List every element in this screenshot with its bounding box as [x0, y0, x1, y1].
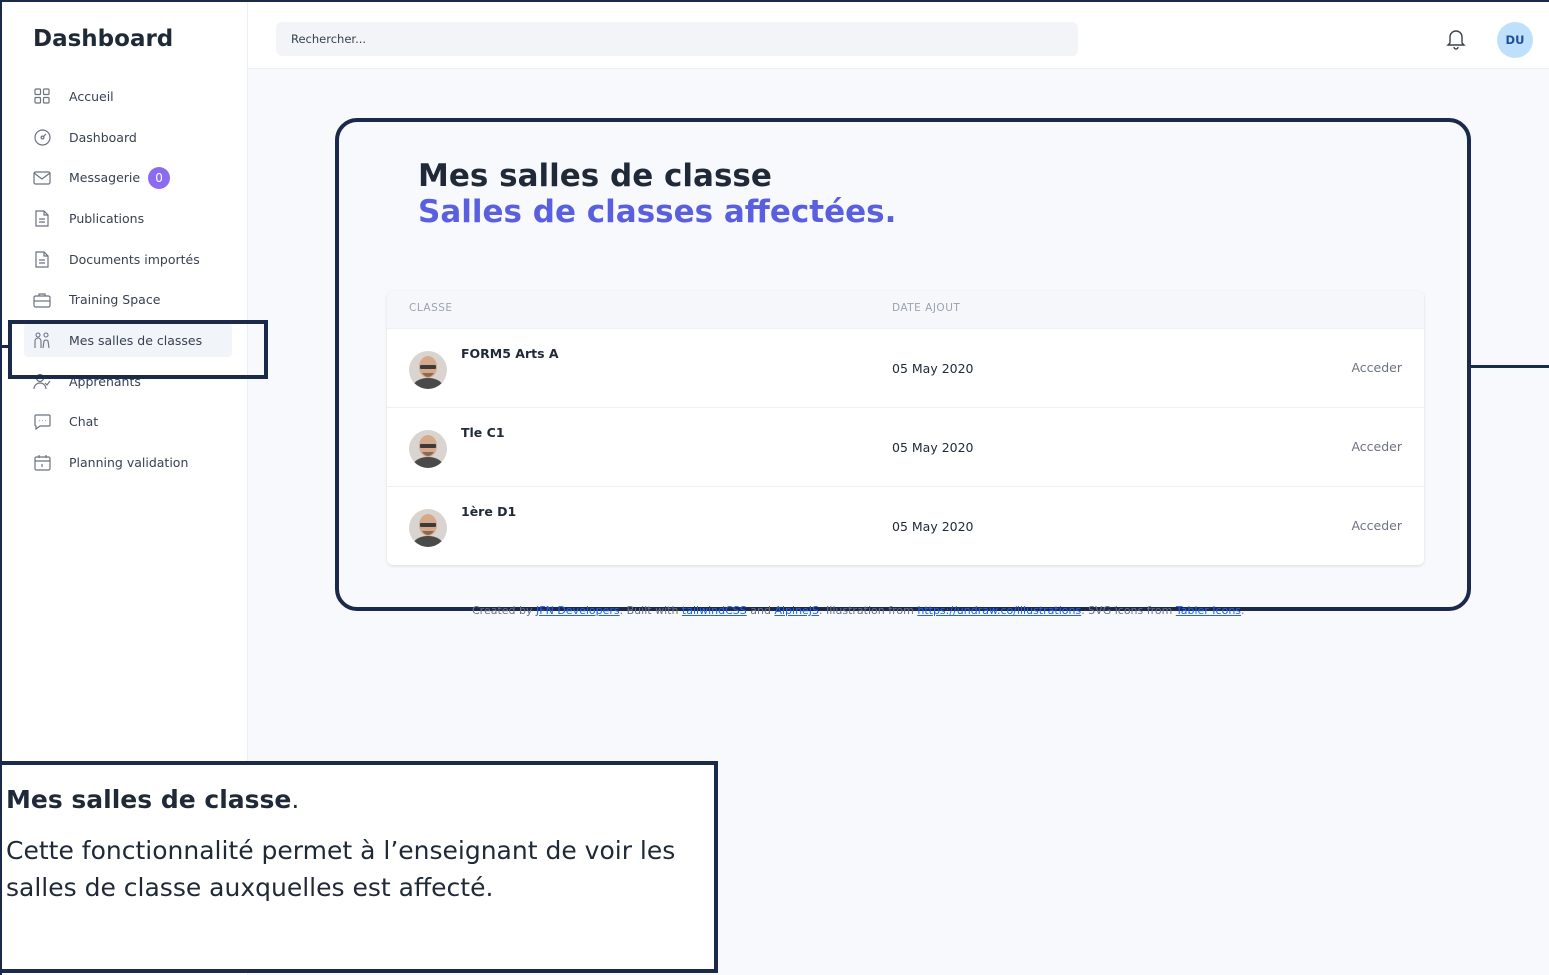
sidebar-item-documents[interactable]: Documents importés [2, 239, 248, 280]
footer-link-author[interactable]: JFN Developers [536, 604, 620, 617]
access-link[interactable]: Acceder [1351, 360, 1402, 375]
class-name: FORM5 Arts A [461, 346, 559, 361]
grid-icon [33, 87, 51, 105]
page-title: Mes salles de classe [418, 158, 772, 194]
classrooms-table: CLASSE DATE AJOUT FORM5 Arts A 05 May 20… [387, 291, 1424, 565]
sidebar-item-label: Dashboard [69, 129, 137, 145]
footer-text: . SVG icons from [1081, 604, 1176, 617]
briefcase-icon [33, 291, 51, 309]
class-date: 05 May 2020 [892, 519, 974, 534]
annotation-connector [1471, 365, 1549, 368]
chat-icon [33, 413, 51, 431]
sidebar-item-chat[interactable]: Chat [2, 402, 248, 443]
sidebar-item-label: Chat [69, 414, 99, 430]
sidebar-item-training-space[interactable]: Training Space [2, 279, 248, 320]
user-avatar[interactable]: DU [1497, 22, 1533, 58]
sidebar-item-publications[interactable]: Publications [2, 198, 248, 239]
sidebar-item-messagerie[interactable]: Messagerie 0 [2, 157, 248, 198]
table-row: FORM5 Arts A 05 May 2020 Acceder [387, 328, 1424, 407]
footer-link-undraw[interactable]: https://undraw.co/illustrations [917, 604, 1081, 617]
sidebar-item-label: Messagerie [69, 170, 141, 186]
class-name: 1ère D1 [461, 504, 517, 519]
access-link[interactable]: Acceder [1351, 439, 1402, 454]
search-input[interactable] [276, 22, 1078, 56]
class-avatar [409, 509, 447, 547]
sidebar-item-label: Accueil [69, 88, 114, 104]
footer-link-tailwind[interactable]: tailwindCSS [682, 604, 747, 617]
sidebar-nav: Accueil Dashboard Messagerie 0 Publicati… [2, 76, 248, 483]
highlight-frame-sidebar-item [8, 320, 268, 379]
table-row: Tle C1 05 May 2020 Acceder [387, 407, 1424, 486]
note-period: . [291, 785, 300, 814]
document-icon [33, 209, 51, 227]
bell-icon[interactable] [1446, 28, 1466, 50]
sidebar-item-label: Publications [69, 210, 145, 226]
message-count-badge: 0 [148, 166, 171, 189]
note-body: Cette fonctionnalité permet à l’enseigna… [6, 836, 676, 902]
note-title: Mes salles de classe [6, 785, 292, 814]
footer-text: . Illustration from [819, 604, 918, 617]
sidebar-item-label: Planning validation [69, 455, 189, 471]
brand-title[interactable]: Dashboard [33, 26, 173, 52]
top-bar: DU [248, 2, 1549, 69]
class-avatar [409, 351, 447, 389]
document-icon [33, 250, 51, 268]
footer-text: and [746, 604, 775, 617]
table-row: 1ère D1 05 May 2020 Acceder [387, 486, 1424, 565]
class-avatar [409, 430, 447, 468]
annotation-note: Mes salles de classe. Cette fonctionnali… [2, 761, 718, 973]
column-header-classe: CLASSE [409, 302, 453, 314]
sidebar-item-label: Training Space [69, 292, 161, 308]
sidebar-item-dashboard[interactable]: Dashboard [2, 117, 248, 158]
gauge-icon [33, 128, 51, 146]
footer-link-tabler[interactable]: Tabler Icons [1176, 604, 1241, 617]
footer-text: Created by [472, 604, 537, 617]
footer-credits: Created by JFN Developers. Built with ta… [472, 604, 1245, 617]
access-link[interactable]: Acceder [1351, 518, 1402, 533]
sidebar-item-planning-validation[interactable]: Planning validation [2, 442, 248, 483]
page-subtitle: Salles de classes affectées. [418, 194, 897, 230]
sidebar-item-accueil[interactable]: Accueil [2, 76, 248, 117]
class-date: 05 May 2020 [892, 361, 974, 376]
footer-link-alpine[interactable]: AlpineJS [774, 604, 819, 617]
column-header-date: DATE AJOUT [892, 302, 961, 314]
sidebar-item-label: Documents importés [69, 251, 200, 267]
footer-text: . [1241, 604, 1245, 617]
mail-icon [33, 169, 51, 187]
class-date: 05 May 2020 [892, 440, 974, 455]
table-header: CLASSE DATE AJOUT [387, 291, 1424, 328]
calendar-icon [33, 454, 51, 472]
class-name: Tle C1 [461, 425, 505, 440]
footer-text: . Built with [619, 604, 682, 617]
